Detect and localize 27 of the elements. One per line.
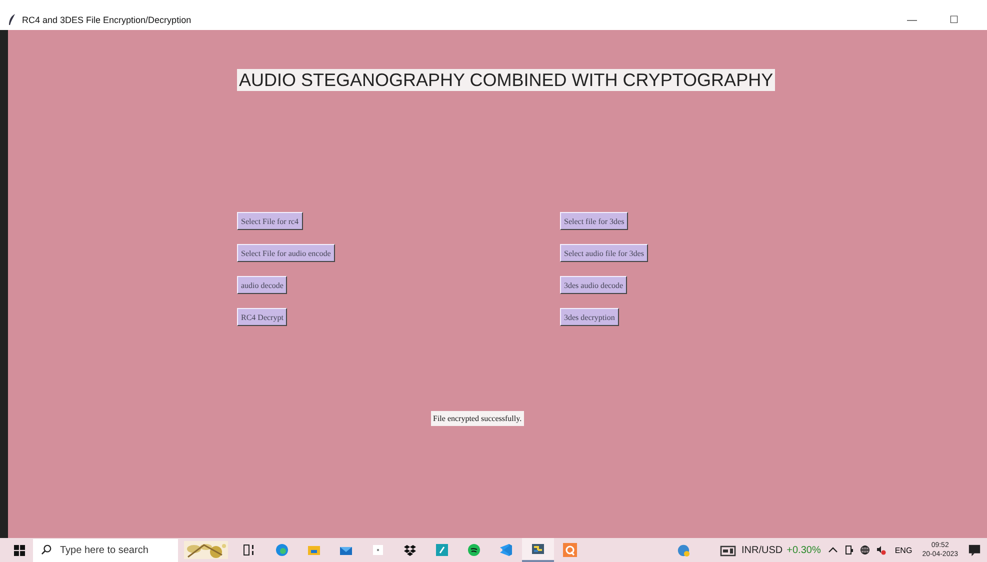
notification-icon[interactable] bbox=[968, 544, 981, 556]
action-button[interactable]: 3des audio decode bbox=[560, 276, 628, 294]
window-title: RC4 and 3DES File Encryption/Decryption bbox=[22, 15, 192, 25]
speaker-muted-icon[interactable] bbox=[876, 545, 886, 555]
help-icon[interactable] bbox=[676, 544, 690, 556]
windows-start-icon[interactable] bbox=[14, 544, 25, 556]
stock-ticker-icon bbox=[720, 544, 736, 556]
heading: AUDIO STEGANOGRAPHY COMBINED WITH CRYPTOGRAPHY bbox=[237, 69, 776, 91]
feather-icon bbox=[8, 14, 16, 26]
search-field[interactable]: Type here to search bbox=[33, 538, 178, 562]
python-app-icon[interactable] bbox=[522, 538, 554, 562]
maximize-button[interactable]: ☐ bbox=[937, 14, 971, 26]
language-indicator[interactable]: ENG bbox=[894, 546, 912, 554]
action-button[interactable]: RC4 Decrypt bbox=[237, 308, 288, 326]
action-button[interactable]: Select file for 3des bbox=[560, 212, 628, 230]
device-icon[interactable] bbox=[844, 545, 854, 555]
status-message: File encrypted successfully. bbox=[431, 411, 524, 426]
minimize-button[interactable]: — bbox=[895, 14, 929, 26]
action-button[interactable]: Select audio file for 3des bbox=[560, 244, 648, 262]
action-button[interactable]: Select File for audio encode bbox=[237, 244, 335, 262]
globe-icon[interactable] bbox=[860, 545, 870, 555]
currency-change: +0.30% bbox=[786, 544, 821, 556]
action-button[interactable]: Select File for rc4 bbox=[237, 212, 303, 230]
chevron-up-icon[interactable] bbox=[828, 545, 838, 555]
action-button[interactable]: 3des decryption bbox=[560, 308, 619, 326]
action-button[interactable]: audio decode bbox=[237, 276, 288, 294]
currency-pair: INR/USD bbox=[742, 544, 783, 556]
